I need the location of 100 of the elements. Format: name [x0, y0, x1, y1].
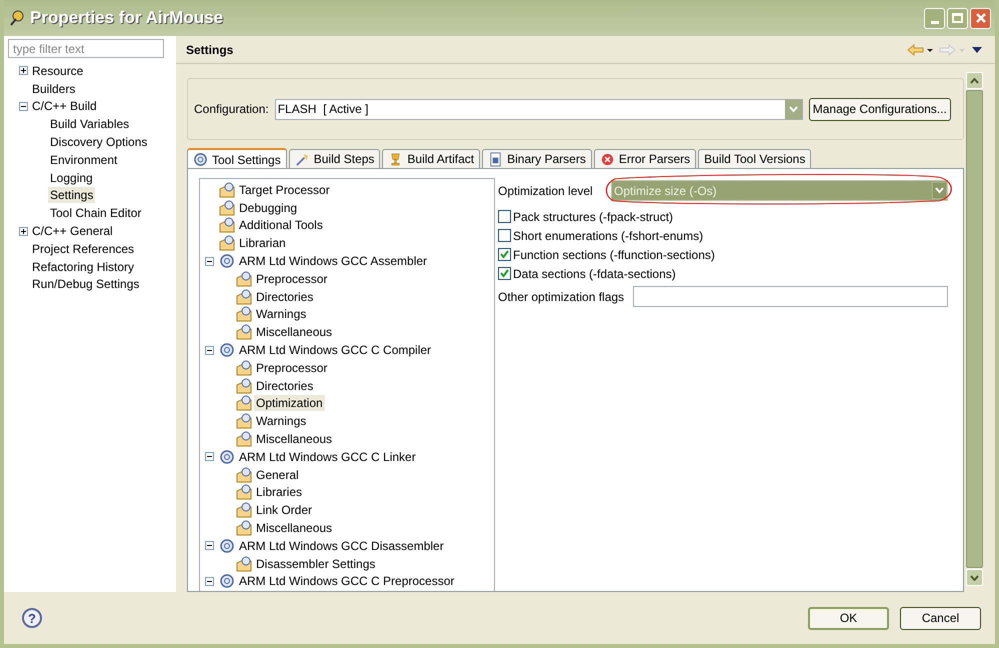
tab[interactable]: Error Parsers — [594, 149, 696, 168]
tree-item[interactable]: Preprocessor — [254, 360, 330, 376]
field-label: Other optimization flags — [498, 288, 626, 306]
collapse-toggle[interactable] — [205, 452, 214, 462]
scroll-up-button[interactable] — [966, 72, 983, 89]
tree-item[interactable]: Discovery Options — [48, 134, 150, 150]
checkbox-label: Function sections (-ffunction-sections) — [513, 246, 715, 264]
tab[interactable]: Tool Settings — [187, 148, 287, 169]
tree-item[interactable]: Link Order — [254, 502, 314, 518]
tab[interactable]: Build Steps — [288, 149, 380, 168]
folder-gear-icon — [236, 413, 252, 430]
field-label: Optimization level — [498, 182, 594, 200]
help-button[interactable]: ? — [22, 608, 42, 628]
tree-item[interactable]: ARM Ltd Windows GCC Assembler — [237, 253, 430, 270]
tree-item[interactable]: Miscellaneous — [254, 324, 334, 340]
dropdown-arrow-icon — [932, 182, 947, 199]
tree-item[interactable]: ARM Ltd Windows GCC C Preprocessor — [237, 573, 456, 590]
collapse-toggle[interactable] — [205, 576, 214, 586]
gear-icon — [219, 538, 235, 554]
tree-item[interactable]: General — [254, 466, 301, 483]
tree-item[interactable]: Disassembler Settings — [254, 556, 378, 572]
tree-item[interactable]: Optimization — [254, 395, 325, 412]
checkbox-label: Pack structures (-fpack-struct) — [513, 208, 674, 226]
folder-gear-icon — [236, 520, 252, 536]
tree-item[interactable]: Directories — [254, 288, 316, 305]
folder-gear-icon — [236, 484, 252, 500]
folder-gear-icon — [236, 466, 252, 483]
dialog-button[interactable]: Cancel — [900, 606, 981, 630]
collapse-toggle[interactable] — [205, 541, 214, 550]
checkbox[interactable] — [498, 229, 511, 242]
folder-gear-icon — [236, 270, 252, 287]
tree-item[interactable]: ARM Ltd Windows GCC Disassembler — [237, 538, 446, 554]
view-menu-icon[interactable] — [971, 46, 983, 54]
tree-item[interactable]: Libraries — [254, 484, 304, 500]
tree-item[interactable]: Warnings — [254, 413, 308, 430]
configuration-dropdown[interactable]: FLASH [ Active ] — [274, 98, 803, 120]
folder-gear-icon — [236, 360, 252, 376]
tree-item[interactable]: Additional Tools — [237, 217, 325, 234]
gear-icon — [219, 253, 235, 270]
checkbox-label: Data sections (-fdata-sections) — [513, 266, 676, 282]
folder-gear-icon — [236, 306, 252, 322]
gear-icon — [193, 152, 208, 167]
tab[interactable]: Binary Parsers — [482, 149, 592, 168]
tree-item[interactable]: Target Processor — [237, 182, 332, 198]
folder-gear-icon — [219, 235, 235, 252]
folder-gear-icon — [236, 324, 252, 340]
close-icon — [974, 12, 986, 24]
gear-icon — [219, 573, 235, 590]
back-arrow-icon[interactable] — [907, 44, 933, 56]
tree-item[interactable]: Debugging — [237, 200, 300, 216]
tree-item[interactable]: Resource — [30, 62, 86, 79]
tree-item[interactable]: Builders — [30, 80, 78, 97]
tree-item[interactable]: Tool Chain Editor — [48, 205, 144, 222]
tab[interactable]: Build Artifact — [382, 149, 480, 168]
tree-item[interactable]: Librarian — [237, 235, 288, 252]
tree-item[interactable]: Settings — [48, 187, 96, 204]
tree-item[interactable]: ARM Ltd Windows GCC C Compiler — [237, 342, 434, 358]
window-title: Properties for AirMouse — [30, 7, 224, 30]
expand-toggle[interactable] — [19, 66, 28, 76]
folder-gear-icon — [236, 288, 252, 305]
scroll-down-button[interactable] — [966, 569, 983, 586]
tree-item[interactable]: Preprocessor — [254, 270, 330, 287]
filter-field[interactable]: type filter text — [8, 39, 164, 58]
dialog-button[interactable]: OK — [808, 606, 889, 630]
folder-gear-icon — [219, 217, 235, 234]
configuration-label: Configuration: — [194, 101, 269, 118]
folder-gear-icon — [236, 502, 252, 518]
checkbox[interactable] — [498, 248, 511, 261]
tree-item[interactable]: C/C++ General — [30, 223, 115, 240]
close-button[interactable] — [970, 8, 991, 28]
collapse-toggle[interactable] — [205, 256, 214, 266]
error-icon — [600, 152, 615, 166]
folder-gear-icon — [236, 556, 252, 572]
other-flags-field[interactable] — [633, 286, 948, 307]
tree-item[interactable]: Run/Debug Settings — [30, 276, 142, 292]
tree-item[interactable]: ARM Ltd Windows GCC C Linker — [237, 448, 418, 465]
checkbox[interactable] — [498, 210, 511, 223]
folder-gear-icon — [236, 378, 252, 394]
manage-configurations-button[interactable]: Manage Configurations... — [808, 98, 951, 120]
caret-down-icon — [970, 574, 979, 580]
expand-toggle[interactable] — [19, 226, 28, 236]
tree-item[interactable]: Warnings — [254, 306, 308, 322]
tree-item[interactable]: Environment — [48, 152, 120, 168]
tree-item[interactable]: Directories — [254, 378, 316, 394]
tree-item[interactable]: Logging — [48, 170, 95, 186]
tree-item[interactable]: Project References — [30, 240, 136, 257]
collapse-toggle[interactable] — [19, 102, 28, 111]
tree-item[interactable]: Build Variables — [48, 116, 132, 132]
tree-item[interactable]: Miscellaneous — [254, 431, 334, 448]
tree-item[interactable]: Miscellaneous — [254, 520, 334, 536]
tree-item[interactable]: C/C++ Build — [30, 98, 99, 114]
checkbox[interactable] — [498, 267, 511, 280]
checkbox-label: Short enumerations (-fshort-enums) — [513, 228, 704, 244]
wand-icon — [294, 152, 310, 166]
folder-gear-icon — [219, 200, 235, 216]
collapse-toggle[interactable] — [205, 346, 214, 355]
folder-gear-icon — [219, 182, 235, 198]
tree-item[interactable]: Refactoring History — [30, 258, 136, 275]
tab[interactable]: Build Tool Versions — [698, 149, 812, 168]
gear-icon — [219, 448, 235, 465]
